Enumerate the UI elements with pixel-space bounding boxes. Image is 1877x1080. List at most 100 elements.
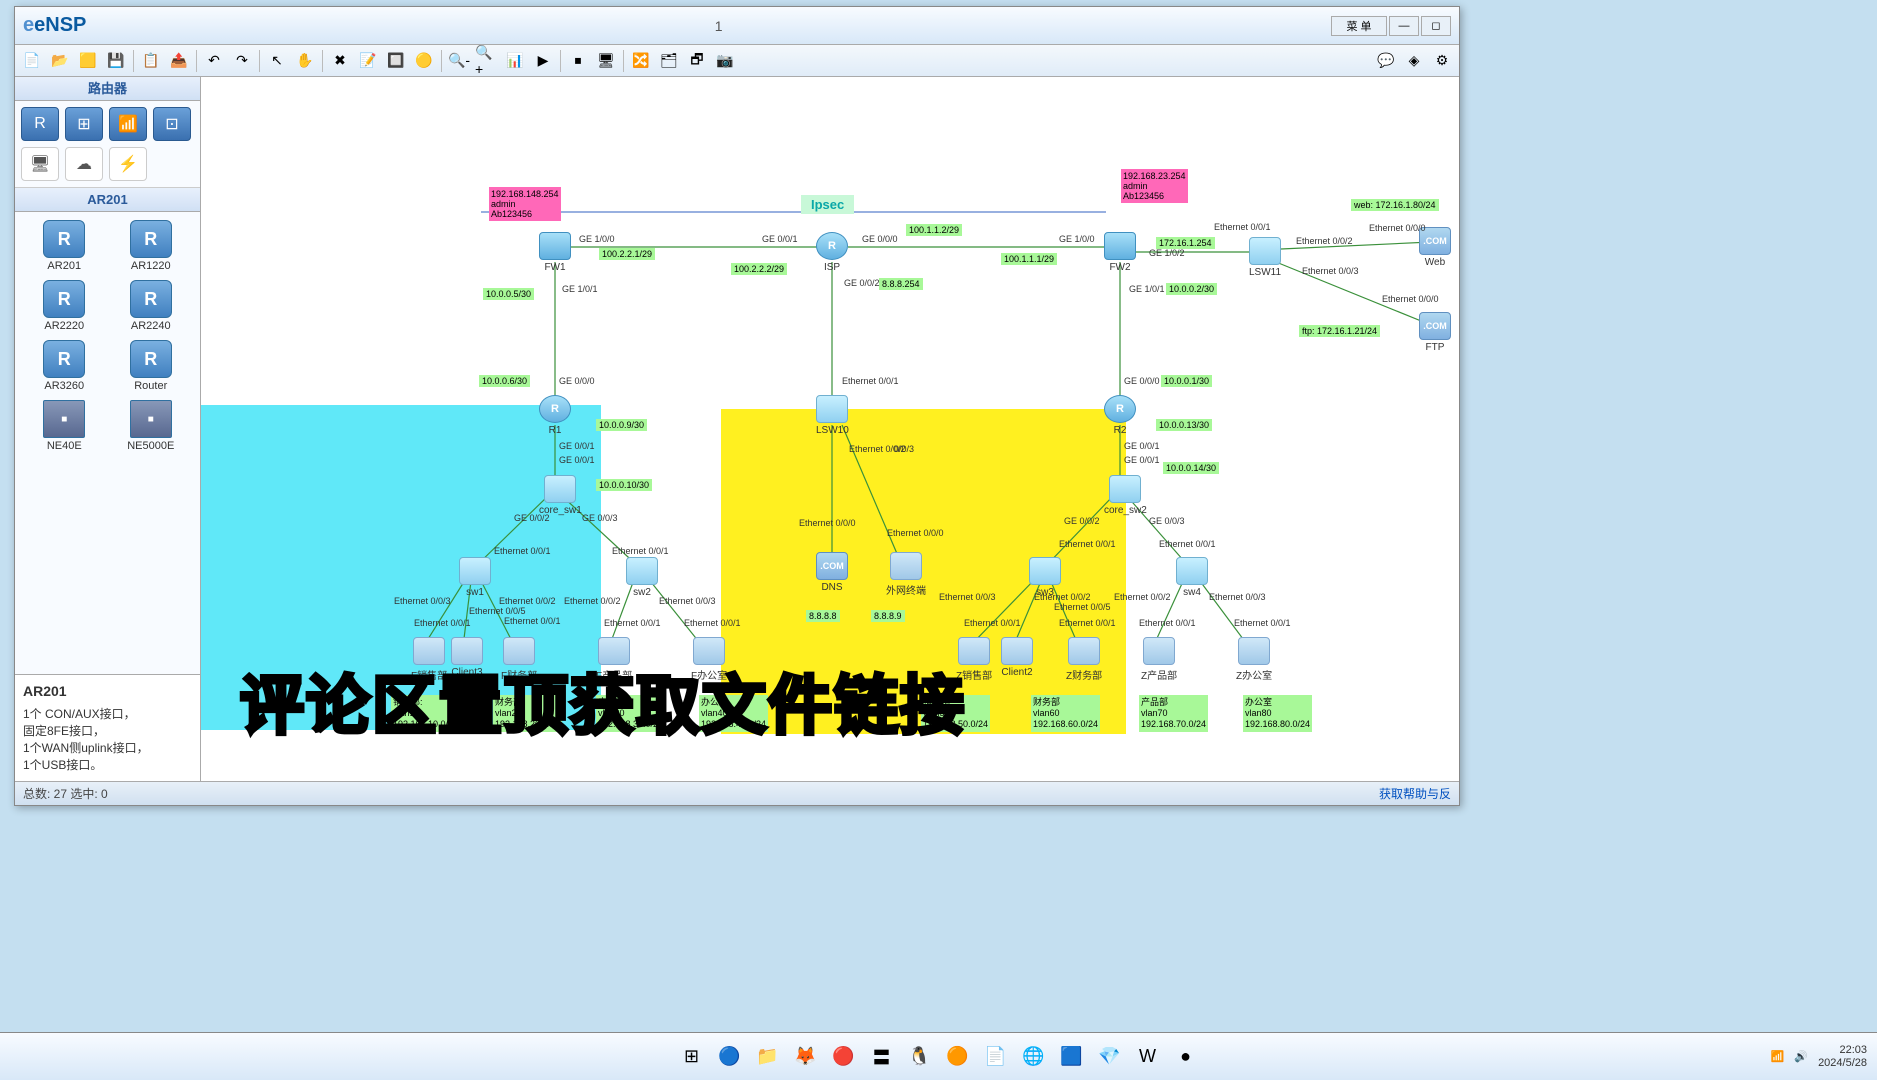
device-AR1220[interactable]: RAR1220 (110, 220, 193, 272)
toolbar-button-13[interactable]: 🟡 (411, 48, 437, 74)
toolbar-right-2[interactable]: ⚙ (1429, 48, 1455, 74)
taskbar-app-3[interactable]: 🦊 (790, 1041, 822, 1073)
taskbar-app-9[interactable]: 🌐 (1018, 1041, 1050, 1073)
device-AR2240[interactable]: RAR2240 (110, 280, 193, 332)
node-core_sw2[interactable]: core_sw2 (1104, 475, 1147, 516)
node-R1[interactable]: RR1 (539, 395, 571, 436)
toolbar-button-6[interactable]: ↶ (201, 48, 227, 74)
interface-tag: Ethernet 0/0/0 (1379, 293, 1442, 305)
toolbar-button-16[interactable]: 📊 (502, 48, 528, 74)
info-line: 固定8FE接口， (23, 722, 192, 739)
node-sw1[interactable]: sw1 (459, 557, 491, 598)
taskbar-app-1[interactable]: 🔵 (714, 1041, 746, 1073)
toolbar-right-1[interactable]: ◈ (1401, 48, 1427, 74)
toolbar-button-17[interactable]: ▶ (530, 48, 556, 74)
node-label: Z产品部 (1141, 667, 1177, 682)
taskbar-clock[interactable]: 22:03 2024/5/28 (1818, 1044, 1867, 1070)
toolbar-button-15[interactable]: 🔍+ (474, 48, 500, 74)
node-ISP[interactable]: RISP (816, 232, 848, 273)
palette-icon-4[interactable]: 🖥 (21, 147, 59, 181)
tray-wifi-icon[interactable]: 📶 (1771, 1050, 1785, 1063)
node-LSW10[interactable]: LSW10 (816, 395, 849, 436)
taskbar-app-10[interactable]: 🟦 (1056, 1041, 1088, 1073)
taskbar-app-0[interactable]: ⊞ (676, 1041, 708, 1073)
palette-icon-1[interactable]: ⊞ (65, 107, 103, 141)
taskbar-app-6[interactable]: 🐧 (904, 1041, 936, 1073)
palette-icon-3[interactable]: ⊡ (153, 107, 191, 141)
info-title: AR201 (23, 683, 192, 699)
palette-icon-5[interactable]: ☁ (65, 147, 103, 181)
device-label: NE40E (47, 440, 82, 452)
node-LSW11[interactable]: LSW11 (1249, 237, 1281, 278)
toolbar-button-9[interactable]: ✋ (292, 48, 318, 74)
taskbar-app-11[interactable]: 💎 (1094, 1041, 1126, 1073)
node-sw2[interactable]: sw2 (626, 557, 658, 598)
toolbar-button-0[interactable]: 📄 (19, 48, 45, 74)
palette-icon-6[interactable]: ⚡ (109, 147, 147, 181)
device-NE40E[interactable]: ■NE40E (23, 400, 106, 452)
palette-icon-0[interactable]: R (21, 107, 59, 141)
taskbar-app-2[interactable]: 📁 (752, 1041, 784, 1073)
interface-tag: GE 0/0/1 (1121, 440, 1163, 452)
taskbar-app-13[interactable]: ● (1170, 1041, 1202, 1073)
node-extnet[interactable]: 外网终端 (886, 552, 926, 597)
toolbar-button-4[interactable]: 📋 (138, 48, 164, 74)
toolbar-button-19[interactable]: 🖥 (593, 48, 619, 74)
toolbar-button-11[interactable]: 📝 (355, 48, 381, 74)
taskbar-app-4[interactable]: 🔴 (828, 1041, 860, 1073)
device-AR2220[interactable]: RAR2220 (23, 280, 106, 332)
ip-tag: 8.8.8.254 (879, 278, 923, 290)
node-FW2[interactable]: FW2 (1104, 232, 1136, 273)
node-FTP[interactable]: .COMFTP (1419, 312, 1451, 353)
node-Z_office[interactable]: Z办公室 (1236, 637, 1272, 682)
toolbar-button-7[interactable]: ↷ (229, 48, 255, 74)
interface-tag: Ethernet 0/0/0 (884, 527, 947, 539)
toolbar-button-23[interactable]: 📷 (712, 48, 738, 74)
toolbar-button-14[interactable]: 🔍- (446, 48, 472, 74)
toolbar-button-20[interactable]: 🔀 (628, 48, 654, 74)
interface-tag: Ethernet 0/0/1 (961, 617, 1024, 629)
node-core_sw1[interactable]: core_sw1 (539, 475, 582, 516)
toolbar-button-8[interactable]: ↖ (264, 48, 290, 74)
device-AR3260[interactable]: RAR3260 (23, 340, 106, 392)
toolbar-button-21[interactable]: 🗂 (656, 48, 682, 74)
device-NE5000E[interactable]: ■NE5000E (110, 400, 193, 452)
taskbar-app-12[interactable]: W (1132, 1041, 1164, 1073)
node-label: core_sw2 (1104, 505, 1147, 516)
node-Z_fin[interactable]: Z财务部 (1066, 637, 1102, 682)
status-help[interactable]: 获取帮助与反 (1379, 785, 1451, 802)
menu-button[interactable]: 菜 单 (1331, 16, 1387, 36)
toolbar-button-10[interactable]: ✖ (327, 48, 353, 74)
node-DNS[interactable]: .COMDNS (816, 552, 848, 593)
toolbar-button-5[interactable]: 📤 (166, 48, 192, 74)
toolbar-button-1[interactable]: 📂 (47, 48, 73, 74)
toolbar-button-12[interactable]: 🔲 (383, 48, 409, 74)
device-Router[interactable]: RRouter (110, 340, 193, 392)
ip-tag: 100.1.1.2/29 (906, 224, 962, 236)
toolbar-button-22[interactable]: 🗗 (684, 48, 710, 74)
toolbar-button-18[interactable]: ⏹ (565, 48, 591, 74)
toolbar-button-3[interactable]: 💾 (103, 48, 129, 74)
node-sw4[interactable]: sw4 (1176, 557, 1208, 598)
palette-icon-2[interactable]: 📶 (109, 107, 147, 141)
minimize-button[interactable]: — (1389, 16, 1419, 36)
taskbar-app-7[interactable]: 🟠 (942, 1041, 974, 1073)
interface-tag: Ethernet 0/0/3 (656, 595, 719, 607)
tray-sound-icon[interactable]: 🔊 (1794, 1050, 1808, 1063)
toolbar-button-2[interactable]: 🟨 (75, 48, 101, 74)
node-label: ISP (824, 262, 840, 273)
node-R2[interactable]: RR2 (1104, 395, 1136, 436)
node-FW1[interactable]: FW1 (539, 232, 571, 273)
device-AR201[interactable]: RAR201 (23, 220, 106, 272)
interface-tag: Ethernet 0/0/3 (1299, 265, 1362, 277)
taskbar-app-5[interactable]: 〓 (866, 1041, 898, 1073)
interface-tag: Ethernet 0/0/1 (1056, 538, 1119, 550)
taskbar-app-8[interactable]: 📄 (980, 1041, 1012, 1073)
maximize-button[interactable]: ◻ (1421, 16, 1451, 36)
toolbar-right-0[interactable]: 💬 (1373, 48, 1399, 74)
node-Client2[interactable]: Client2 (1001, 637, 1033, 678)
interface-tag: 0/0/3 (891, 443, 917, 455)
node-Z_prod[interactable]: Z产品部 (1141, 637, 1177, 682)
ip-tag: 10.0.0.9/30 (596, 419, 647, 431)
info-line: 1个 CON/AUX接口， (23, 705, 192, 722)
